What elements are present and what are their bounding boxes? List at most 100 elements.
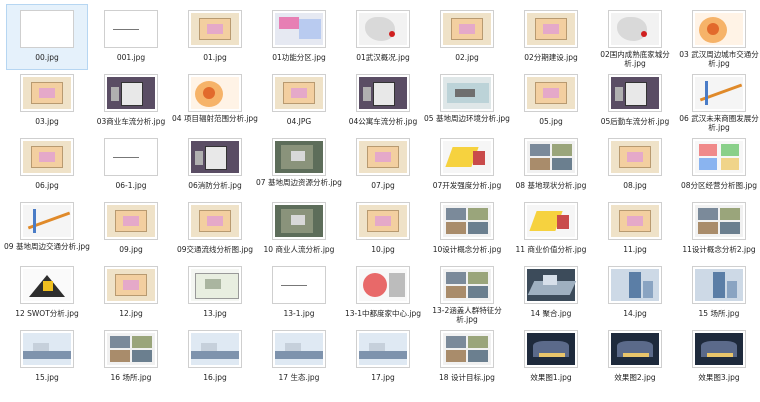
file-item[interactable]: 16.jpg [174, 324, 256, 392]
file-item[interactable]: 03 武汉周边城市交通分析.jpg [678, 4, 760, 72]
file-thumbnail[interactable] [524, 138, 578, 176]
file-thumbnail[interactable] [524, 74, 578, 112]
file-item[interactable]: 11.jpg [594, 196, 676, 264]
file-thumbnail[interactable] [524, 202, 578, 240]
file-thumbnail[interactable] [692, 202, 746, 240]
file-item[interactable]: 11 商业价值分析.jpg [510, 196, 592, 264]
file-thumbnail[interactable] [104, 10, 158, 48]
file-item[interactable]: 07.jpg [342, 132, 424, 200]
file-thumbnail[interactable] [272, 266, 326, 304]
file-item[interactable]: 06 武汉未来商圈发展分析.jpg [678, 68, 760, 136]
file-item[interactable]: 15.jpg [6, 324, 88, 392]
file-item[interactable]: 12 SWOT分析.jpg [6, 260, 88, 328]
file-thumbnail[interactable] [356, 74, 410, 112]
file-item[interactable]: 效果图1.jpg [510, 324, 592, 392]
file-thumbnail[interactable] [608, 74, 662, 112]
file-thumbnail[interactable] [272, 330, 326, 368]
file-thumbnail[interactable] [20, 138, 74, 176]
file-thumbnail[interactable] [356, 266, 410, 304]
file-item[interactable]: 03商业车流分析.jpg [90, 68, 172, 136]
file-thumbnail[interactable] [188, 74, 242, 112]
file-thumbnail[interactable] [440, 74, 494, 112]
file-thumbnail[interactable] [20, 330, 74, 368]
file-thumbnail[interactable] [188, 202, 242, 240]
file-thumbnail[interactable] [104, 266, 158, 304]
file-thumbnail[interactable] [440, 330, 494, 368]
file-thumbnail[interactable] [104, 74, 158, 112]
file-thumbnail[interactable] [440, 266, 494, 304]
file-item[interactable]: 效果图2.jpg [594, 324, 676, 392]
file-item[interactable]: 07 基地周边资源分析.jpg [256, 132, 342, 200]
file-item[interactable]: 17.jpg [342, 324, 424, 392]
file-thumbnail[interactable] [608, 10, 662, 48]
file-item[interactable]: 04 项目辐射范围分析.jpg [172, 68, 258, 136]
file-thumbnail[interactable] [356, 10, 410, 48]
file-thumbnail[interactable] [356, 330, 410, 368]
file-thumbnail[interactable] [104, 202, 158, 240]
file-thumbnail[interactable] [272, 138, 326, 176]
file-thumbnail[interactable] [20, 10, 74, 48]
file-item[interactable]: 13.jpg [174, 260, 256, 328]
file-item[interactable]: 09 基地周边交通分析.jpg [4, 196, 90, 264]
file-item[interactable]: 效果图3.jpg [678, 324, 760, 392]
file-thumbnail[interactable] [440, 10, 494, 48]
file-thumbnail[interactable] [20, 74, 74, 112]
file-item[interactable]: 08.jpg [594, 132, 676, 200]
file-item[interactable]: 08分区经营分析图.jpg [678, 132, 760, 200]
file-item[interactable]: 05 基地周边环境分析.jpg [424, 68, 510, 136]
file-item[interactable]: 00.jpg [6, 4, 88, 72]
file-item[interactable]: 13-1.jpg [258, 260, 340, 328]
file-thumbnail[interactable] [692, 330, 746, 368]
file-thumbnail[interactable] [356, 202, 410, 240]
file-thumbnail[interactable] [608, 138, 662, 176]
file-item[interactable]: 04.JPG [258, 68, 340, 136]
file-item[interactable]: 17 生态.jpg [258, 324, 340, 392]
file-thumbnail[interactable] [188, 10, 242, 48]
file-item[interactable]: 13-1中都度家中心.jpg [342, 260, 424, 328]
file-item[interactable]: 02国内成熟底家城分析.jpg [594, 4, 676, 72]
file-thumbnail[interactable] [272, 74, 326, 112]
file-thumbnail[interactable] [188, 138, 242, 176]
file-thumbnail[interactable] [692, 10, 746, 48]
file-item[interactable]: 03.jpg [6, 68, 88, 136]
file-item[interactable]: 18 设计目标.jpg [426, 324, 508, 392]
file-thumbnail[interactable] [272, 10, 326, 48]
file-item[interactable]: 05后勤车流分析.jpg [594, 68, 676, 136]
file-thumbnail[interactable] [356, 138, 410, 176]
file-item[interactable]: 01.jpg [174, 4, 256, 72]
file-item[interactable]: 06-1.jpg [90, 132, 172, 200]
file-thumbnail[interactable] [104, 330, 158, 368]
file-item[interactable]: 01武汉概况.jpg [342, 4, 424, 72]
file-item[interactable]: 12.jpg [90, 260, 172, 328]
file-item[interactable]: 02.jpg [426, 4, 508, 72]
file-thumbnail[interactable] [20, 202, 74, 240]
file-item[interactable]: 16 场所.jpg [90, 324, 172, 392]
file-item[interactable]: 06消防分析.jpg [174, 132, 256, 200]
file-thumbnail[interactable] [608, 330, 662, 368]
file-thumbnail[interactable] [608, 202, 662, 240]
file-item[interactable]: 15 场所.jpg [678, 260, 760, 328]
file-thumbnail[interactable] [104, 138, 158, 176]
file-thumbnail[interactable] [692, 266, 746, 304]
file-item[interactable]: 14.jpg [594, 260, 676, 328]
file-thumbnail[interactable] [608, 266, 662, 304]
file-item[interactable]: 01功能分区.jpg [258, 4, 340, 72]
file-item[interactable]: 11设计概念分析2.jpg [678, 196, 760, 264]
file-thumbnail[interactable] [188, 330, 242, 368]
file-thumbnail[interactable] [524, 330, 578, 368]
file-item[interactable]: 10设计概念分析.jpg [426, 196, 508, 264]
file-item[interactable]: 09.jpg [90, 196, 172, 264]
file-thumbnail[interactable] [692, 74, 746, 112]
file-thumbnail[interactable] [440, 138, 494, 176]
file-thumbnail[interactable] [20, 266, 74, 304]
file-thumbnail[interactable] [692, 138, 746, 176]
file-thumbnail[interactable] [524, 266, 578, 304]
file-item[interactable]: 09交通流线分析图.jpg [174, 196, 256, 264]
file-thumbnail[interactable] [188, 266, 242, 304]
file-item[interactable]: 05.jpg [510, 68, 592, 136]
file-item[interactable]: 02分期建设.jpg [510, 4, 592, 72]
file-item[interactable]: 10 商业人流分析.jpg [258, 196, 340, 264]
file-thumbnail[interactable] [524, 10, 578, 48]
file-item[interactable]: 13-2涵盖人群特征分析.jpg [426, 260, 508, 328]
file-thumbnail[interactable] [272, 202, 326, 240]
